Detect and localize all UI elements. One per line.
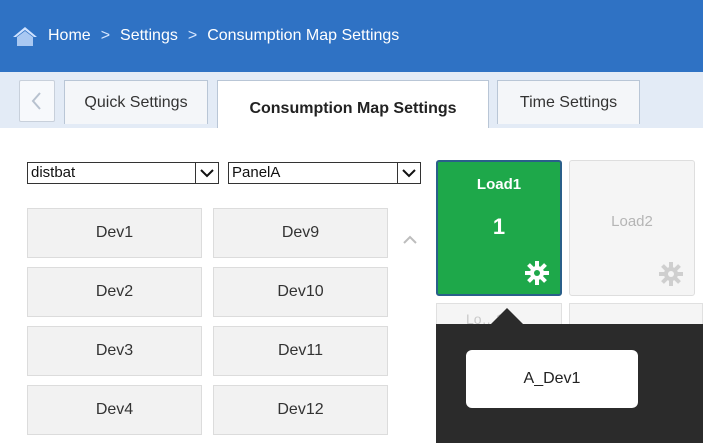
distribution-board-select[interactable]: distbat <box>27 162 219 184</box>
tooltip-arrow <box>491 308 523 324</box>
tab-scroll-left-button[interactable] <box>19 80 55 122</box>
tab-quick-settings[interactable]: Quick Settings <box>64 80 208 124</box>
device-button-dev1[interactable]: Dev1 <box>27 208 202 258</box>
device-button-dev3[interactable]: Dev3 <box>27 326 202 376</box>
chevron-up-icon <box>403 235 417 244</box>
header-bar: Home > Settings > Consumption Map Settin… <box>0 0 703 72</box>
device-button-dev12[interactable]: Dev12 <box>213 385 388 435</box>
device-button-dev11[interactable]: Dev11 <box>213 326 388 376</box>
panel-value: PanelA <box>232 164 281 181</box>
main-content: distbat PanelA Dev1 Dev9 Dev2 Dev10 Dev3… <box>0 128 703 443</box>
load-card-load2[interactable]: Load2 <box>569 160 695 296</box>
load-device-count: 1 <box>492 214 506 239</box>
device-button-dev2[interactable]: Dev2 <box>27 267 202 317</box>
load-name: Load1 <box>476 176 522 193</box>
tab-strip: Quick Settings Consumption Map Settings … <box>0 72 703 136</box>
chevron-left-icon <box>31 92 41 110</box>
breadcrumb-separator: > <box>100 27 111 44</box>
breadcrumb: Home > Settings > Consumption Map Settin… <box>12 0 399 72</box>
breadcrumb-separator: > <box>187 27 198 44</box>
tooltip-device-a-dev1[interactable]: A_Dev1 <box>466 350 638 408</box>
tab-time-settings[interactable]: Time Settings <box>497 80 640 124</box>
load-card-load1[interactable]: Load1 1 <box>436 160 562 296</box>
gear-icon[interactable] <box>524 260 550 286</box>
device-button-dev9[interactable]: Dev9 <box>213 208 388 258</box>
scroll-up-button[interactable] <box>400 228 420 252</box>
chevron-down-icon[interactable] <box>195 163 218 183</box>
device-button-dev10[interactable]: Dev10 <box>213 267 388 317</box>
gear-icon[interactable] <box>658 261 684 287</box>
breadcrumb-current: Consumption Map Settings <box>207 27 400 44</box>
load-name: Load2 <box>611 213 653 230</box>
breadcrumb-home[interactable]: Home <box>48 27 91 45</box>
distribution-board-value: distbat <box>31 164 76 181</box>
home-icon[interactable] <box>12 25 38 47</box>
device-button-dev4[interactable]: Dev4 <box>27 385 202 435</box>
breadcrumb-settings[interactable]: Settings <box>120 27 178 45</box>
chevron-down-icon[interactable] <box>397 163 420 183</box>
panel-select[interactable]: PanelA <box>228 162 421 184</box>
